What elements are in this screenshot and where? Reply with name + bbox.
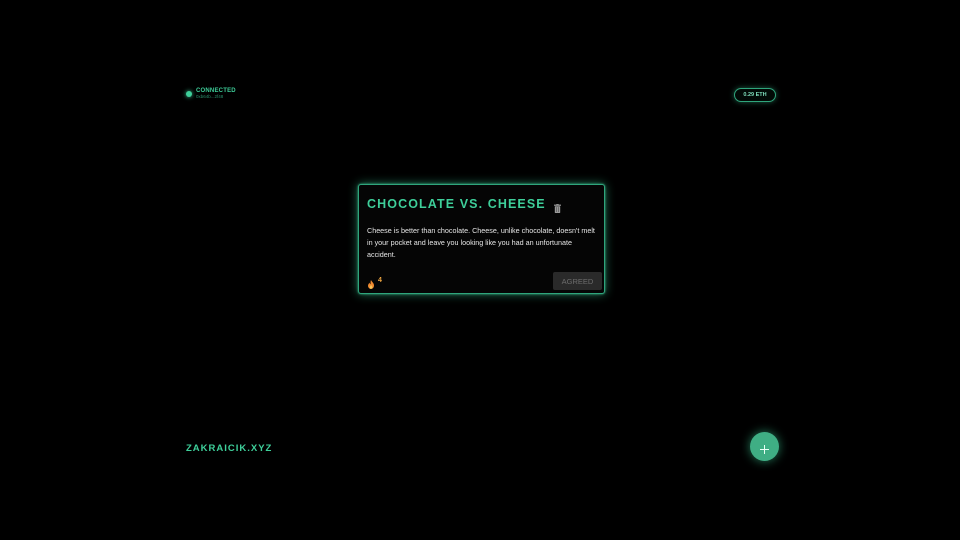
status-text: CONNECTED 0xb64b...2f48 [196,88,236,100]
status-dot-icon [186,90,192,97]
card-body: Cheese is better than chocolate. Cheese,… [367,226,595,259]
wallet-address: 0xb64b...2f48 [196,94,224,99]
card-title: CHOCOLATE VS. CHEESE [367,197,546,211]
balance-pill[interactable]: 0.29 ETH [734,88,776,102]
plus-icon [760,442,769,454]
fire-count: 4 [378,277,382,284]
agree-button[interactable]: AGREED [553,272,602,290]
reaction-count[interactable]: 4 [367,276,382,289]
card-header: CHOCOLATE VS. CHEESE [367,197,561,213]
post-card: CHOCOLATE VS. CHEESE Cheese is better th… [358,184,605,294]
connection-status: CONNECTED 0xb64b...2f48 [186,88,236,100]
site-name[interactable]: ZAKRAICIK.XYZ [186,443,272,454]
add-post-button[interactable] [750,432,779,461]
fire-icon [367,276,375,289]
trash-icon[interactable] [553,200,561,213]
app-page: CONNECTED 0xb64b...2f48 0.29 ETH CHOCOLA… [0,0,960,540]
